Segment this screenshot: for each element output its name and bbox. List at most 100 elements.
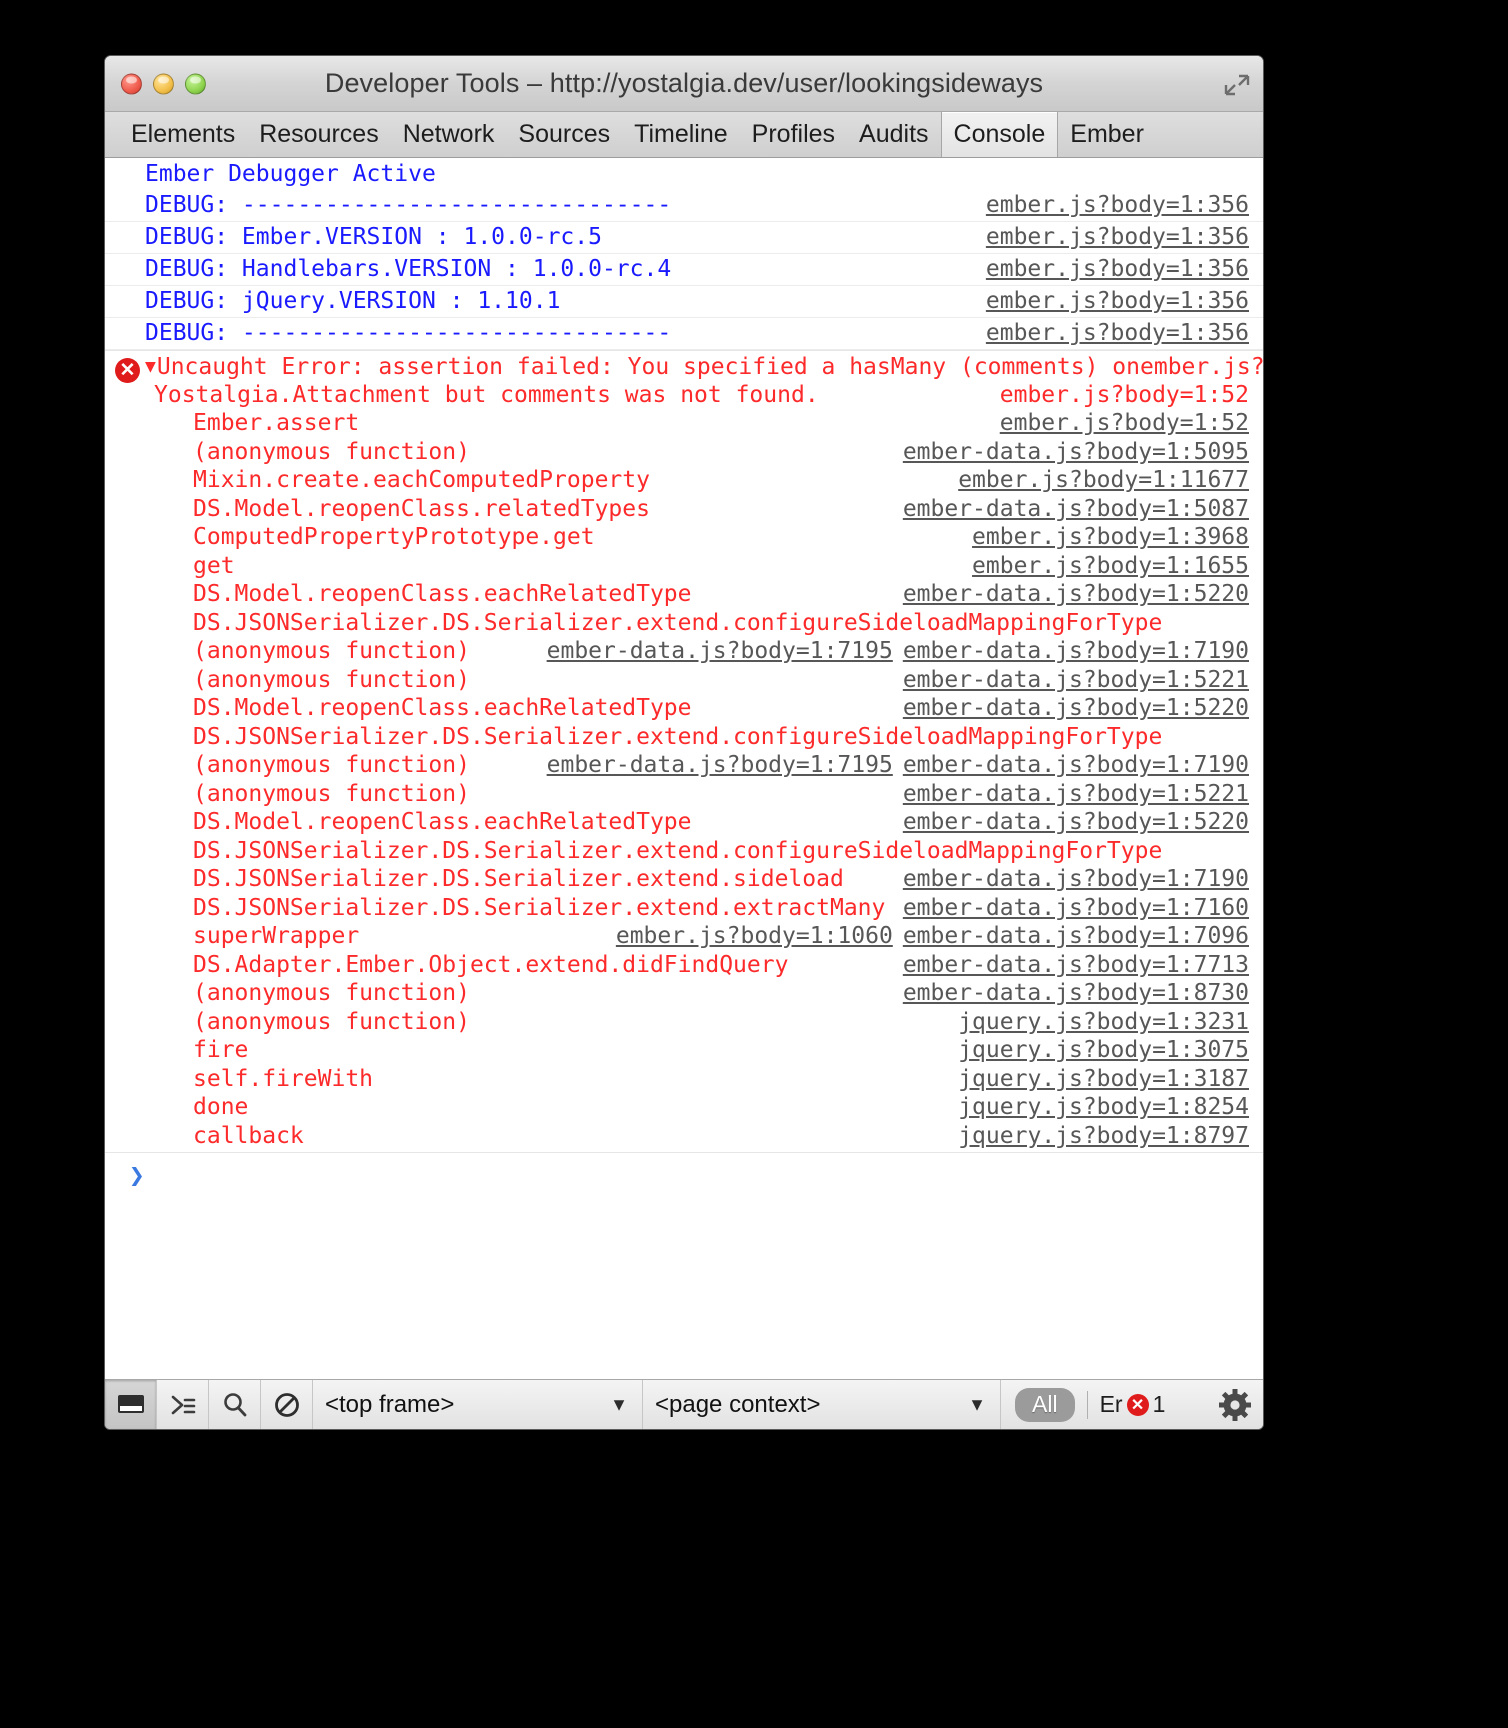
stack-frame-name: Mixin.create.eachComputedProperty bbox=[193, 467, 650, 493]
stack-frame-name: DS.Model.reopenClass.eachRelatedType bbox=[193, 809, 692, 835]
context-selector[interactable]: <page context> ▼ bbox=[643, 1380, 1001, 1429]
search-icon[interactable] bbox=[209, 1380, 261, 1429]
gear-icon[interactable] bbox=[1207, 1380, 1263, 1429]
console-message: DEBUG: jQuery.VERSION : 1.10.1 ember.js?… bbox=[105, 286, 1263, 318]
stack-frame: (anonymous function) jquery.js?body=1:323… bbox=[105, 1008, 1263, 1037]
source-link[interactable]: ember.js?body=1:52 bbox=[1000, 381, 1249, 409]
stack-frame: (anonymous function) ember-data.js?body=1… bbox=[105, 666, 1263, 695]
source-link[interactable]: ember-data.js?body=1:5221 bbox=[903, 780, 1249, 809]
console-message: DEBUG: Handlebars.VERSION : 1.0.0-rc.4 e… bbox=[105, 254, 1263, 286]
source-link[interactable]: ember.js?body=1:3968 bbox=[972, 523, 1249, 552]
source-link[interactable]: ember.js?body=1:356 bbox=[986, 191, 1249, 220]
console-message: Ember Debugger Active bbox=[105, 159, 1263, 190]
stack-frame-name: get bbox=[193, 552, 235, 579]
tab-console[interactable]: Console bbox=[940, 112, 1059, 157]
tab-label: Timeline bbox=[634, 120, 728, 148]
stack-frame-name: DS.Adapter.Ember.Object.extend.didFindQu… bbox=[193, 951, 789, 978]
error-message-line: Uncaught Error: assertion failed: You sp… bbox=[156, 354, 1140, 380]
console-prompt[interactable]: ❯ bbox=[105, 1153, 1263, 1193]
source-link[interactable]: ember.js?body=1:356 bbox=[986, 223, 1249, 252]
source-link[interactable]: ember-data.js?body=1:5087 bbox=[903, 495, 1249, 524]
source-link[interactable]: ember-data.js?body=1:5220 bbox=[903, 580, 1249, 609]
screenshot-root: Developer Tools – http://yostalgia.dev/u… bbox=[0, 0, 1508, 1728]
minimize-button[interactable] bbox=[153, 73, 174, 94]
zoom-button[interactable] bbox=[185, 73, 206, 94]
source-link[interactable]: ember-data.js?body=1:7190 bbox=[903, 637, 1249, 666]
source-link[interactable]: ember.js?body=1:11677 bbox=[958, 466, 1249, 495]
source-link[interactable]: jquery.js?body=1:8254 bbox=[958, 1093, 1249, 1122]
console-message-text: Ember Debugger Active bbox=[145, 161, 436, 187]
window-controls bbox=[121, 73, 206, 94]
error-dot-icon: ✕ bbox=[1126, 1393, 1149, 1416]
chevron-down-icon: ▼ bbox=[968, 1394, 986, 1414]
source-link[interactable]: ember-data.js?body=1:5220 bbox=[903, 694, 1249, 723]
source-link[interactable]: jquery.js?body=1:8797 bbox=[958, 1122, 1249, 1151]
console-message: DEBUG: ------------------------------- e… bbox=[105, 318, 1263, 350]
source-link[interactable]: ember-data.js?body=1:5220 bbox=[903, 808, 1249, 837]
source-link[interactable]: ember.js?body=1:52 bbox=[1000, 409, 1249, 438]
resize-grip-icon[interactable] bbox=[1224, 72, 1250, 98]
tab-timeline[interactable]: Timeline bbox=[622, 112, 740, 157]
close-button[interactable] bbox=[121, 73, 142, 94]
tab-label: Audits bbox=[859, 120, 929, 148]
stack-frame: Mixin.create.eachComputedProperty ember.j… bbox=[105, 466, 1263, 495]
devtools-tab-bar: Elements Resources Network Sources Timel… bbox=[105, 112, 1263, 158]
stack-frame-name: (anonymous function) bbox=[193, 1008, 470, 1035]
stack-frame: DS.Model.reopenClass.relatedTypes ember-d… bbox=[105, 495, 1263, 524]
tab-sources[interactable]: Sources bbox=[506, 112, 622, 157]
error-headline: ▼ Uncaught Error: assertion failed: You … bbox=[105, 351, 1263, 381]
tab-profiles[interactable]: Profiles bbox=[740, 112, 847, 157]
source-link[interactable]: ember-data.js?body=1:7713 bbox=[903, 951, 1249, 980]
source-link[interactable]: ember.js?body=1:356 bbox=[986, 255, 1249, 284]
tab-elements[interactable]: Elements bbox=[119, 112, 247, 157]
source-link[interactable]: ember-data.js?body=1:5095 bbox=[903, 438, 1249, 467]
source-link-secondary[interactable]: ember.js?body=1:1060 bbox=[616, 922, 893, 951]
source-link[interactable]: ember.js?body=1:1655 bbox=[972, 552, 1249, 581]
source-link[interactable]: ember.js?body=1:52 bbox=[1140, 353, 1263, 381]
disclosure-triangle-icon[interactable]: ▼ bbox=[145, 353, 156, 381]
console-message-text: DEBUG: Handlebars.VERSION : 1.0.0-rc.4 bbox=[145, 256, 672, 282]
show-console-icon[interactable] bbox=[157, 1380, 209, 1429]
source-link[interactable]: jquery.js?body=1:3231 bbox=[958, 1008, 1249, 1037]
tab-network[interactable]: Network bbox=[391, 112, 507, 157]
console-message-text: DEBUG: jQuery.VERSION : 1.10.1 bbox=[145, 288, 561, 314]
stack-frame: DS.JSONSerializer.DS.Serializer.extend.c… bbox=[105, 723, 1263, 752]
source-link[interactable]: ember-data.js?body=1:7190 bbox=[903, 865, 1249, 894]
source-link[interactable]: ember-data.js?body=1:7160 bbox=[903, 894, 1249, 923]
source-link[interactable]: jquery.js?body=1:3187 bbox=[958, 1065, 1249, 1094]
tab-ember[interactable]: Ember bbox=[1058, 112, 1156, 157]
clear-console-icon[interactable] bbox=[261, 1380, 313, 1429]
dock-panel-icon[interactable] bbox=[105, 1380, 157, 1429]
source-link[interactable]: jquery.js?body=1:3075 bbox=[958, 1036, 1249, 1065]
tab-audits[interactable]: Audits bbox=[847, 112, 940, 157]
source-link-secondary[interactable]: ember-data.js?body=1:7195 bbox=[547, 751, 893, 780]
stack-frame: callback jquery.js?body=1:8797 bbox=[105, 1122, 1263, 1151]
stack-frame-name: (anonymous function) bbox=[193, 666, 470, 693]
console-message-text: DEBUG: ------------------------------- bbox=[145, 320, 672, 346]
source-link[interactable]: ember.js?body=1:356 bbox=[986, 319, 1249, 348]
stack-frame-name: done bbox=[193, 1094, 249, 1120]
tab-resources[interactable]: Resources bbox=[247, 112, 391, 157]
stack-frame: (anonymous function) ember-data.js?body=1… bbox=[105, 979, 1263, 1008]
source-link[interactable]: ember-data.js?body=1:5221 bbox=[903, 666, 1249, 695]
error-count-badge[interactable]: Er ✕ 1 bbox=[1100, 1391, 1166, 1418]
source-link[interactable]: ember-data.js?body=1:7190 bbox=[903, 751, 1249, 780]
stack-frame-name: (anonymous function) bbox=[193, 638, 470, 664]
stack-trace: Ember.assert ember.js?body=1:52 (anonymous… bbox=[105, 409, 1263, 1150]
stack-frame: (anonymous function) ember-data.js?body=1… bbox=[105, 637, 1263, 666]
frame-selector-value: <top frame> bbox=[325, 1390, 455, 1418]
stack-frame-name: superWrapper bbox=[193, 923, 360, 949]
stack-frame-name: (anonymous function) bbox=[193, 980, 470, 1006]
source-link-secondary[interactable]: ember-data.js?body=1:7195 bbox=[547, 637, 893, 666]
console-status-bar: <top frame> ▼ <page context> ▼ All Er ✕ … bbox=[105, 1379, 1263, 1429]
filter-all-button[interactable]: All bbox=[1015, 1387, 1075, 1422]
console-output[interactable]: Ember Debugger Active DEBUG: -----------… bbox=[105, 158, 1263, 1379]
error-count-value: 1 bbox=[1152, 1391, 1166, 1417]
stack-frame: DS.JSONSerializer.DS.Serializer.extend.e… bbox=[105, 894, 1263, 923]
source-link[interactable]: ember-data.js?body=1:8730 bbox=[903, 979, 1249, 1008]
tab-label: Sources bbox=[518, 120, 611, 148]
tab-label: Network bbox=[402, 120, 495, 148]
frame-selector[interactable]: <top frame> ▼ bbox=[313, 1380, 643, 1429]
source-link[interactable]: ember-data.js?body=1:7096 bbox=[903, 922, 1249, 951]
source-link[interactable]: ember.js?body=1:356 bbox=[986, 287, 1249, 316]
